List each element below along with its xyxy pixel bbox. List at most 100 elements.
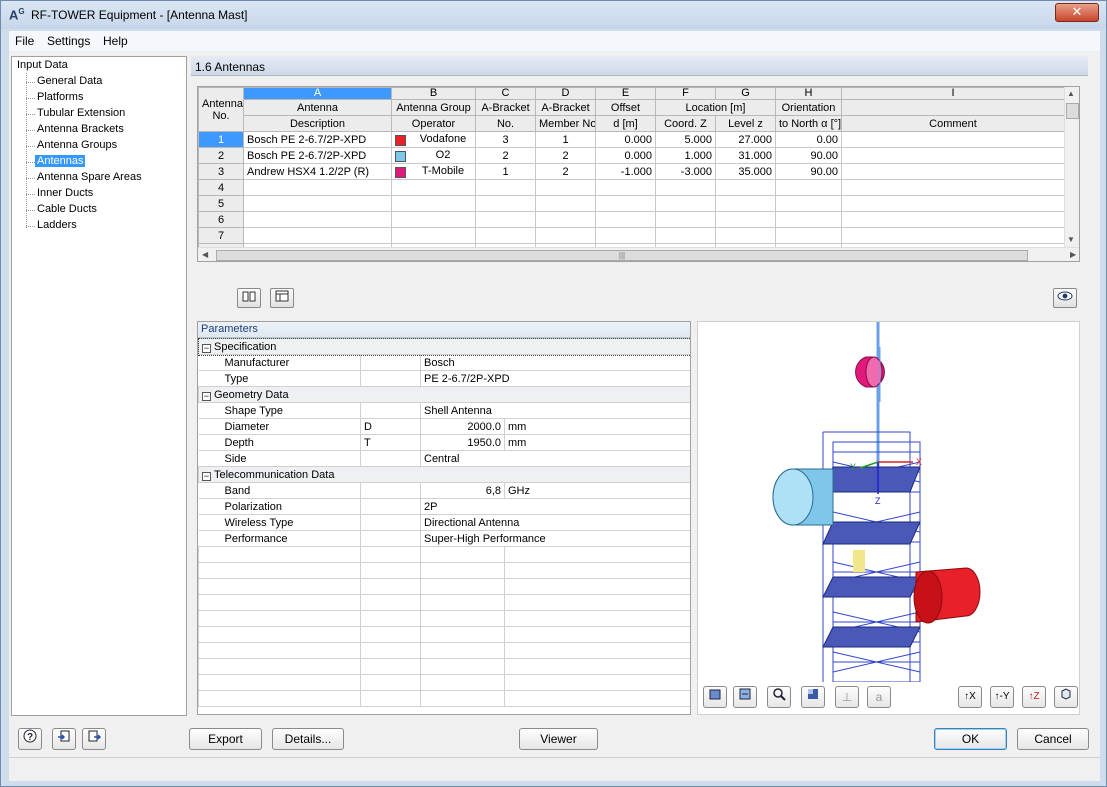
tree-item-general-data[interactable]: General Data [37,75,102,87]
column-letter-h[interactable]: H [775,87,842,100]
column-letter-g[interactable]: G [715,87,776,100]
parameter-group-header[interactable]: − Telecommunication Data [198,466,690,483]
cell-orient[interactable] [775,195,842,212]
cell-desc[interactable] [243,211,392,228]
table-row[interactable]: 5 [198,195,1065,212]
toggle-view-button[interactable] [1053,288,1077,308]
tree-root-input-data[interactable]: Input Data [17,59,68,71]
help-button[interactable]: ? [18,728,42,750]
cell-level[interactable]: 31.000 [715,147,776,164]
cell-operator[interactable] [391,179,476,196]
zoom-button[interactable] [767,686,791,708]
row-number[interactable]: 1 [198,131,244,148]
row-number[interactable]: 5 [198,195,244,212]
close-button[interactable]: ✕ [1055,3,1099,22]
cell-comment[interactable] [841,163,1065,180]
column-letter-c[interactable]: C [475,87,536,100]
cell-member[interactable] [535,211,596,228]
scroll-down-arrow-icon[interactable]: ▼ [1067,235,1075,244]
parameter-value[interactable]: Central [420,450,690,467]
view-x-button[interactable]: ↑X [958,686,982,708]
tree-item-ladders[interactable]: Ladders [37,219,77,231]
cell-coordz[interactable]: 1.000 [655,147,716,164]
row-number[interactable]: 4 [198,179,244,196]
table-row[interactable]: 4 [198,179,1065,196]
cell-coordz[interactable] [655,195,716,212]
show-values-button[interactable] [733,686,757,708]
parameter-group-header[interactable]: − Specification [198,337,690,356]
tree-item-tubular-extension[interactable]: Tubular Extension [37,107,125,119]
menu-settings[interactable]: Settings [47,34,90,48]
cell-comment[interactable] [841,195,1065,212]
cell-coordz[interactable] [655,211,716,228]
cell-desc[interactable] [243,195,392,212]
import-table-button[interactable] [270,288,294,308]
cell-level[interactable]: 35.000 [715,163,776,180]
cell-level[interactable] [715,227,776,244]
parameter-value[interactable]: 2000.0 [420,418,505,435]
cell-level[interactable]: 27.000 [715,131,776,148]
column-letter-f[interactable]: F [655,87,716,100]
collapse-minus-icon[interactable]: − [202,343,211,353]
cell-level[interactable] [715,179,776,196]
viewer-button[interactable]: Viewer [519,728,598,750]
cell-bracket[interactable] [475,211,536,228]
cell-operator[interactable]: Vodafone [391,131,476,148]
cell-offset[interactable]: -1.000 [595,163,656,180]
isometric-view-button[interactable] [1054,686,1078,708]
cell-member[interactable] [535,179,596,196]
import-button[interactable] [52,728,76,750]
parameter-value[interactable]: 1950.0 [420,434,505,451]
column-letter-d[interactable]: D [535,87,596,100]
tree-item-antenna-groups[interactable]: Antenna Groups [37,139,117,151]
parameter-value[interactable]: PE 2-6.7/2P-XPD [420,370,690,387]
cell-comment[interactable] [841,227,1065,244]
table-horizontal-scrollbar[interactable]: ◀ ||| ▶ [198,247,1079,261]
tree-item-antennas[interactable]: Antennas [35,155,86,167]
parameter-value[interactable]: Super-High Performance [420,530,690,547]
details-button[interactable]: Details... [272,728,344,750]
export-data-button[interactable] [82,728,106,750]
table-vertical-scrollbar[interactable]: ▲ ▼ [1064,87,1079,247]
cancel-button[interactable]: Cancel [1017,728,1089,750]
cell-orient[interactable]: 0.00 [775,131,842,148]
cell-offset[interactable] [595,179,656,196]
cell-comment[interactable] [841,211,1065,228]
cell-offset[interactable] [595,227,656,244]
parameter-value[interactable]: Shell Antenna [420,402,690,419]
cell-bracket[interactable]: 3 [475,131,536,148]
cell-bracket[interactable] [475,179,536,196]
cell-comment[interactable] [841,179,1065,196]
cell-desc[interactable] [243,179,392,196]
export-button[interactable]: Export [189,728,262,750]
cell-operator[interactable]: T-Mobile [391,163,476,180]
cell-operator[interactable] [391,227,476,244]
cell-member[interactable]: 2 [535,163,596,180]
column-letter-a[interactable]: A [243,87,392,100]
cell-offset[interactable] [595,211,656,228]
cell-desc[interactable]: Bosch PE 2-6.7/2P-XPD [243,147,392,164]
cell-orient[interactable]: 90.00 [775,147,842,164]
cell-operator[interactable]: O2 [391,147,476,164]
table-row[interactable]: 2 Bosch PE 2-6.7/2P-XPD O2 2 2 0.000 1.000 31.0… [198,147,1065,164]
tree-item-antenna-brackets[interactable]: Antenna Brackets [37,123,124,135]
view-minus-y-button[interactable]: ↑-Y [990,686,1014,708]
row-number[interactable]: 2 [198,147,244,164]
cell-comment[interactable] [841,131,1065,148]
row-number[interactable]: 6 [198,211,244,228]
parameter-group-header[interactable]: − Geometry Data [198,386,690,403]
annotations-button[interactable]: a [867,686,891,708]
table-row[interactable]: 6 [198,211,1065,228]
perspective-button[interactable]: ⊥ [835,686,859,708]
cell-orient[interactable] [775,227,842,244]
cell-operator[interactable] [391,195,476,212]
tree-item-antenna-spare-areas[interactable]: Antenna Spare Areas [37,171,142,183]
row-number[interactable]: 3 [198,163,244,180]
cell-member[interactable] [535,227,596,244]
parameter-value[interactable]: 6,8 [420,482,505,499]
tree-item-cable-ducts[interactable]: Cable Ducts [37,203,97,215]
cell-bracket[interactable]: 2 [475,147,536,164]
display-results-button[interactable] [703,686,727,708]
ok-button[interactable]: OK [934,728,1007,750]
cell-coordz[interactable] [655,227,716,244]
